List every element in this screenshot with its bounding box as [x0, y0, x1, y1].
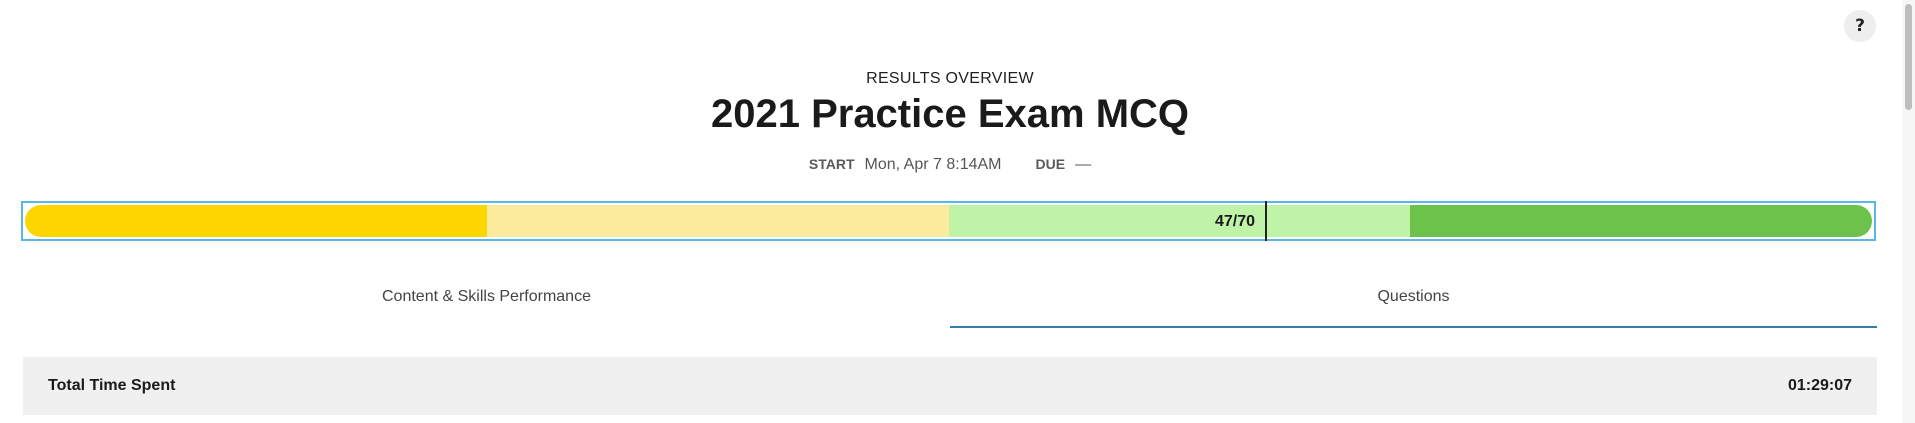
tab-questions[interactable]: Questions [950, 268, 1877, 328]
score-marker [1265, 201, 1267, 241]
page-scrollbar[interactable] [1902, 0, 1915, 423]
help-icon: ? [1855, 16, 1865, 36]
scrollbar-thumb[interactable] [1905, 4, 1912, 110]
total-time-label: Total Time Spent [48, 377, 176, 394]
start-value: Mon, Apr 7 8:14AM [864, 156, 1002, 173]
results-tabs: Content & Skills Performance Questions [23, 268, 1877, 328]
help-button[interactable]: ? [1844, 10, 1876, 42]
page-eyebrow: RESULTS OVERVIEW [866, 70, 1034, 87]
score-band-2 [486, 205, 949, 237]
start-label: START [808, 156, 855, 172]
score-band-3 [948, 205, 1411, 237]
score-progress-bar[interactable]: 47/70 [21, 201, 1876, 241]
score-bar-track [25, 205, 1872, 237]
tab-label: Content & Skills Performance [382, 288, 591, 305]
total-time-row: Total Time Spent 01:29:07 [23, 357, 1877, 415]
tab-label: Questions [1377, 288, 1450, 305]
total-time-value: 01:29:07 [1787, 377, 1852, 394]
score-band-4 [1410, 205, 1872, 237]
score-label: 47/70 [1215, 213, 1256, 230]
assignment-meta: START Mon, Apr 7 8:14AM DUE — [0, 156, 1900, 174]
due-value: — [1075, 156, 1092, 173]
page-title: 2021 Practice Exam MCQ [710, 92, 1190, 136]
score-band-1 [25, 205, 487, 237]
tab-content-skills[interactable]: Content & Skills Performance [23, 268, 950, 328]
due-label: DUE [1035, 156, 1066, 172]
